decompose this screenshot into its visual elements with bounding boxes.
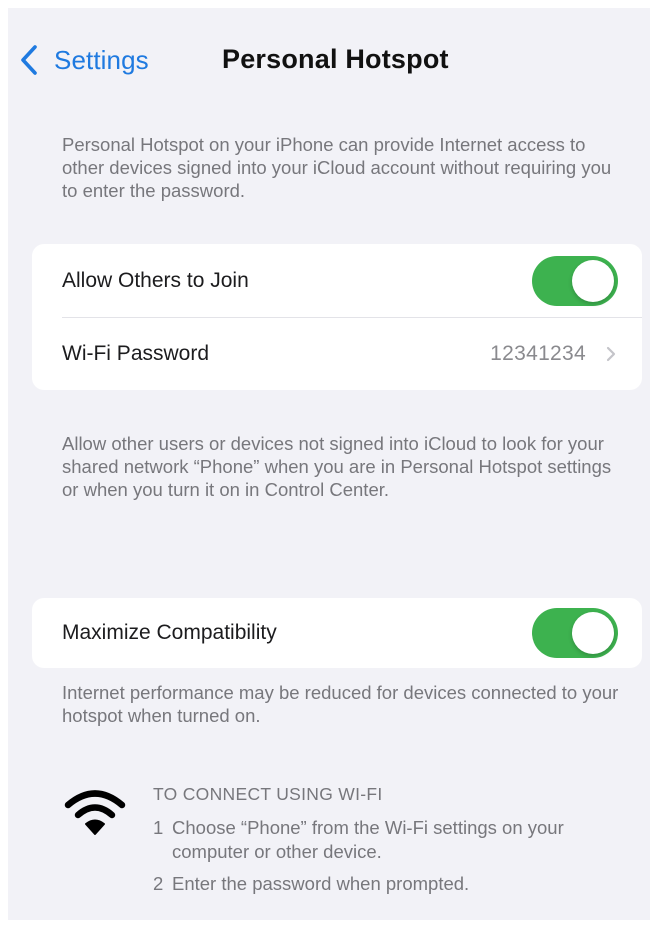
back-button[interactable]: Settings (20, 40, 149, 80)
allow-others-row: Allow Others to Join (32, 244, 642, 317)
chevron-right-icon (606, 345, 618, 363)
wifi-icon (64, 788, 126, 838)
step-text: Choose “Phone” from the Wi-Fi settings o… (172, 817, 564, 862)
maximize-compatibility-label: Maximize Compatibility (62, 621, 277, 644)
allow-others-footnote: Allow other users or devices not signed … (62, 433, 612, 500)
compatibility-group: Maximize Compatibility (32, 598, 642, 668)
back-label: Settings (54, 44, 149, 75)
wifi-password-value: 12341234 (490, 341, 586, 365)
page-title: Personal Hotspot (222, 44, 449, 74)
step-text: Enter the password when prompted. (172, 873, 470, 894)
toggle-knob (572, 259, 614, 302)
personal-hotspot-screen: Settings Personal Hotspot Personal Hotsp… (8, 8, 650, 920)
allow-others-label: Allow Others to Join (62, 268, 249, 292)
chevron-left-icon (20, 43, 42, 77)
maximize-compatibility-row: Maximize Compatibility (32, 598, 642, 668)
navigation-bar: Settings Personal Hotspot (8, 8, 650, 108)
allow-others-toggle[interactable] (532, 255, 618, 306)
toggle-knob (572, 612, 614, 654)
instruction-step: 2 Enter the password when prompted. (153, 872, 642, 896)
instruction-step: 1 Choose “Phone” from the Wi-Fi settings… (153, 816, 642, 864)
step-number: 1 (153, 817, 164, 838)
maximize-compatibility-toggle[interactable] (532, 608, 618, 658)
wifi-password-row[interactable]: Wi-Fi Password 12341234 (32, 317, 642, 390)
compatibility-footnote: Internet performance may be reduced for … (62, 682, 619, 726)
instructions-heading: TO CONNECT USING WI-FI (153, 784, 383, 804)
hotspot-settings-group: Allow Others to Join Wi-Fi Password 1234… (32, 244, 642, 390)
step-number: 2 (153, 873, 164, 894)
intro-footnote: Personal Hotspot on your iPhone can prov… (62, 134, 612, 201)
wifi-password-label: Wi-Fi Password (62, 341, 210, 365)
